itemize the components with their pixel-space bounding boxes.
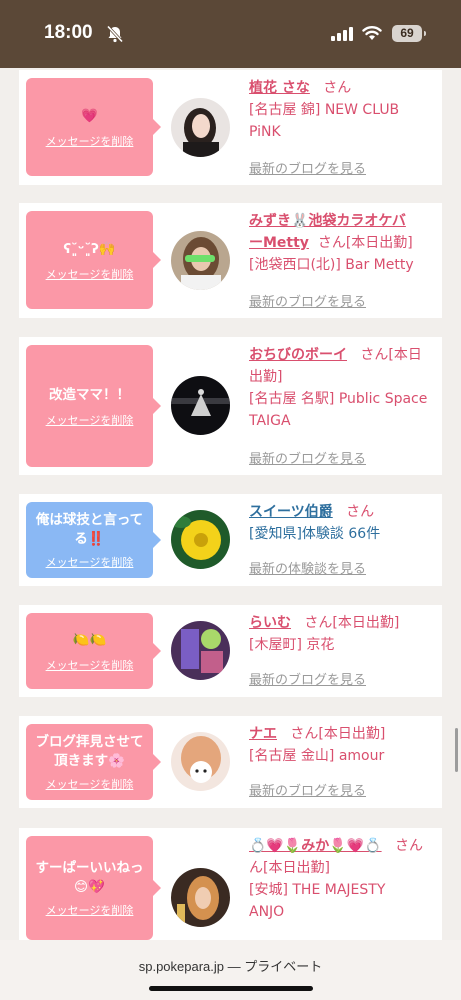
status-time: 18:00 (44, 22, 93, 43)
latest-blog-link[interactable]: 最新のブログを見る (249, 291, 366, 310)
latest-blog-link[interactable]: 最新のブログを見る (249, 158, 366, 177)
cast-info: 植花 さな さん [名古屋 錦] NEW CLUB PiNK (249, 77, 439, 143)
scrollbar[interactable] (455, 728, 458, 772)
avatar[interactable] (171, 98, 230, 157)
bubble-message-line2: 頂きます🌸 (54, 753, 125, 769)
honorific: さん (360, 347, 389, 363)
cast-name-link[interactable]: ナエ (249, 726, 277, 742)
cast-info: 💍💗🌷みか🌷💗💍 さん ん[本日出勤] [安城] THE MAJESTY ANJ… (249, 835, 439, 923)
latest-blog-link[interactable]: 最新のブログを見る (249, 448, 366, 467)
avatar[interactable] (171, 510, 230, 569)
shop-info: [名古屋 金山] amour (249, 748, 385, 764)
status-bar: 18:00 69 (0, 0, 461, 68)
bubble-message: 改造ママ！！ (49, 386, 130, 403)
bubble-message: 🍋🍋 (72, 631, 107, 648)
cast-name-link[interactable]: スイーツ伯爵 (249, 504, 333, 520)
delete-message-link[interactable]: メッセージを削除 (46, 133, 134, 149)
latest-blog-link[interactable]: 最新のブログを見る (249, 669, 366, 688)
cast-name-link[interactable]: 植花 さな (249, 80, 310, 96)
honorific: さん (394, 838, 423, 854)
message-bubble: すーぱーいいねっ 😊💖 メッセージを削除 (26, 836, 161, 940)
cast-name-link-cont[interactable]: ーMetty (249, 235, 309, 251)
attendance-badge: [本日出勤] (318, 726, 386, 742)
signal-icon (331, 27, 353, 41)
shop-info: [安城] THE MAJESTY (249, 882, 386, 898)
cast-info: おちびのボーイ さん[本日 出勤] [名古屋 名駅] Public Space … (249, 344, 439, 432)
cast-name-link[interactable]: 💍💗🌷みか🌷💗💍 (249, 838, 382, 854)
cast-name-link[interactable]: らいむ (249, 615, 291, 631)
wifi-icon (362, 26, 382, 40)
cast-info: みずき🐰池袋カラオケバ ーMetty さん[本日出勤] [池袋西口(北)] Ba… (249, 210, 439, 276)
shop-info-cont: ANJO (249, 904, 285, 920)
honorific: さん (317, 235, 346, 251)
message-bubble: ʕ˘͈ᵕ˘͈ʔ🙌 メッセージを削除 (26, 211, 161, 309)
url-text[interactable]: sp.pokepara.jp — プライベート (0, 956, 461, 975)
shop-info: [池袋西口(北)] Bar Metty (249, 257, 414, 273)
attendance-badge-cont: 出勤] (249, 369, 283, 385)
delete-message-link[interactable]: メッセージを削除 (46, 554, 134, 570)
list-item: 🍋🍋 メッセージを削除 らいむ さん[本日出勤] [木屋町] 京花 最新のブログ… (19, 605, 442, 697)
bubble-message: 💗 (81, 107, 98, 124)
message-bubble: 💗 メッセージを削除 (26, 78, 161, 176)
bubble-message-line1: すーぱーいいねっ (35, 860, 144, 876)
shop-info-cont: PiNK (249, 124, 281, 140)
latest-blog-link[interactable]: 最新のブログを見る (249, 780, 366, 799)
bubble-message-line2: 😊💖 (74, 879, 105, 895)
attendance-badge: ん[本日出勤] (249, 860, 330, 876)
cast-info: ナエ さん[本日出勤] [名古屋 金山] amour (249, 723, 439, 767)
list-item: ʕ˘͈ᵕ˘͈ʔ🙌 メッセージを削除 みずき🐰池袋カラオケバ ーMetty さん[… (19, 203, 442, 318)
battery-icon: 69 (392, 25, 426, 42)
avatar[interactable] (171, 231, 230, 290)
attendance-badge: [本日 (388, 347, 422, 363)
message-bubble: 改造ママ！！ メッセージを削除 (26, 345, 161, 467)
cast-name-link[interactable]: おちびのボーイ (249, 347, 347, 363)
honorific: さん (304, 615, 333, 631)
message-bubble: 🍋🍋 メッセージを削除 (26, 613, 161, 689)
bubble-message: ʕ˘͈ᵕ˘͈ʔ🙌 (63, 240, 116, 257)
list-item: 俺は球技と言って る‼️ メッセージを削除 スイーツ伯爵 さん [愛知県]体験談… (19, 494, 442, 586)
honorific: さん (346, 504, 375, 520)
message-bubble: ブログ拝見させて 頂きます🌸 メッセージを削除 (26, 724, 161, 800)
attendance-badge: [本日出勤] (332, 615, 400, 631)
cast-info: らいむ さん[本日出勤] [木屋町] 京花 (249, 612, 439, 656)
delete-message-link[interactable]: メッセージを削除 (46, 902, 134, 918)
delete-message-link[interactable]: メッセージを削除 (46, 412, 134, 428)
bubble-message-line1: ブログ拝見させて (35, 734, 144, 750)
shop-info: [名古屋 名駅] Public Space (249, 391, 428, 407)
delete-message-link[interactable]: メッセージを削除 (46, 776, 134, 792)
bell-off-icon (106, 25, 124, 43)
cast-info: スイーツ伯爵 さん [愛知県]体験談 66件 (249, 501, 439, 545)
shop-info: [木屋町] 京花 (249, 637, 335, 653)
delete-message-link[interactable]: メッセージを削除 (46, 266, 134, 282)
shop-info-cont: TAIGA (249, 413, 291, 429)
attendance-badge: [本日出勤] (345, 235, 413, 251)
avatar[interactable] (171, 621, 230, 680)
review-info: [愛知県]体験談 66件 (249, 526, 381, 542)
home-indicator[interactable] (149, 986, 313, 991)
message-bubble: 俺は球技と言って る‼️ メッセージを削除 (26, 502, 161, 578)
delete-message-link[interactable]: メッセージを削除 (46, 657, 134, 673)
honorific: さん (323, 80, 352, 96)
list-item: すーぱーいいねっ 😊💖 メッセージを削除 💍💗🌷みか🌷💗💍 さん ん[本日出勤]… (19, 828, 442, 948)
avatar[interactable] (171, 376, 230, 435)
avatar[interactable] (171, 868, 230, 927)
browser-url-bar[interactable]: sp.pokepara.jp — プライベート (0, 940, 461, 1000)
list-item: 改造ママ！！ メッセージを削除 おちびのボーイ さん[本日 出勤] [名古屋 名… (19, 337, 442, 475)
list-item: ブログ拝見させて 頂きます🌸 メッセージを削除 ナエ さん[本日出勤] [名古屋… (19, 716, 442, 808)
avatar[interactable] (171, 732, 230, 791)
honorific: さん (290, 726, 319, 742)
shop-info: [名古屋 錦] NEW CLUB (249, 102, 400, 118)
latest-review-link[interactable]: 最新の体験談を見る (249, 558, 366, 577)
bubble-message-line1: 俺は球技と言って (35, 512, 144, 528)
cast-name-link[interactable]: みずき🐰池袋カラオケバ (249, 213, 406, 229)
bubble-message-line2: る‼️ (74, 531, 105, 547)
list-item: 💗 メッセージを削除 植花 さな さん [名古屋 錦] NEW CLUB PiN… (19, 70, 442, 185)
